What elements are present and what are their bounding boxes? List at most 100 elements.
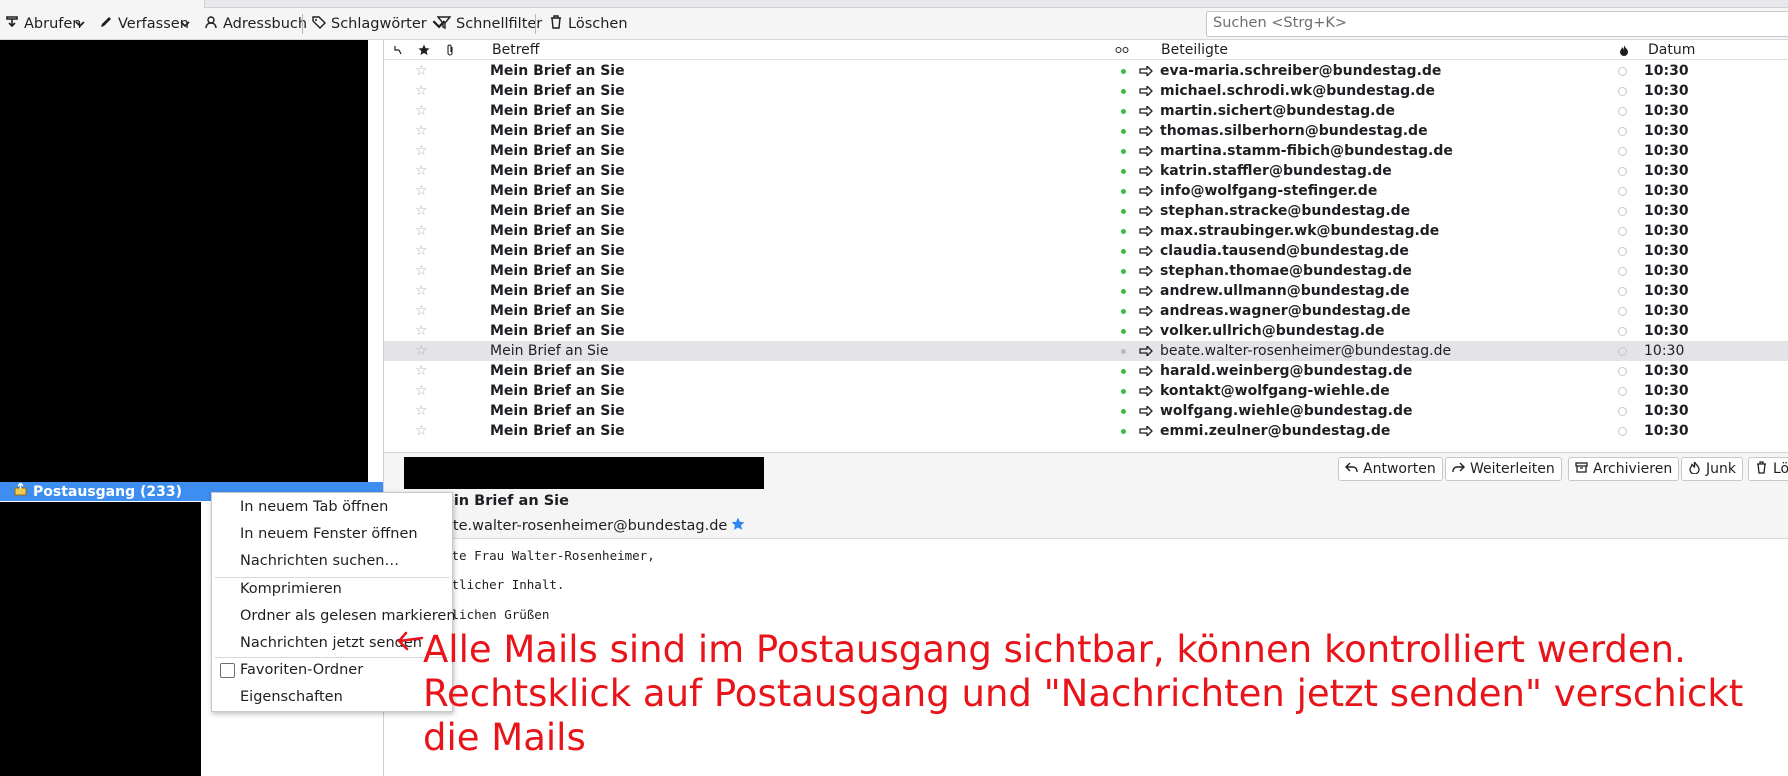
- junk-status-icon[interactable]: [1618, 101, 1627, 121]
- star-icon[interactable]: ☆: [415, 421, 428, 441]
- star-icon[interactable]: ☆: [415, 261, 428, 281]
- forward-button[interactable]: Weiterleiten: [1445, 457, 1562, 481]
- thread-status-column-icon[interactable]: [1115, 40, 1129, 60]
- message-row[interactable]: ☆ Mein Brief an Sie andrew.ullmann@bundest…: [384, 281, 1788, 301]
- unread-dot-icon[interactable]: [1121, 321, 1126, 341]
- message-row[interactable]: ☆ Mein Brief an Sie thomas.silberhorn@bund…: [384, 121, 1788, 141]
- junk-status-icon[interactable]: [1618, 121, 1627, 141]
- menu-item-open-new-window[interactable]: In neuem Fenster öffnen: [240, 523, 418, 545]
- unread-dot-icon[interactable]: [1121, 121, 1126, 141]
- star-icon[interactable]: ☆: [415, 281, 428, 301]
- unread-dot-icon[interactable]: [1121, 281, 1126, 301]
- star-icon[interactable]: ☆: [415, 381, 428, 401]
- junk-status-icon[interactable]: [1618, 61, 1627, 81]
- junk-status-icon[interactable]: [1618, 421, 1627, 441]
- delete-message-button[interactable]: Lö: [1748, 457, 1788, 481]
- star-icon[interactable]: ☆: [415, 401, 428, 421]
- junk-status-icon[interactable]: [1618, 241, 1627, 261]
- thread-column-icon[interactable]: [394, 40, 402, 60]
- message-row[interactable]: ☆ Mein Brief an Sie martin.sichert@bundest…: [384, 101, 1788, 121]
- quick-filter-button[interactable]: Schnellfilter: [436, 8, 542, 40]
- junk-status-icon[interactable]: [1618, 201, 1627, 221]
- star-icon[interactable]: ☆: [415, 181, 428, 201]
- favorite-folder-checkbox[interactable]: [220, 663, 235, 678]
- star-icon[interactable]: ☆: [415, 121, 428, 141]
- star-icon[interactable]: ☆: [415, 141, 428, 161]
- junk-status-icon[interactable]: [1618, 221, 1627, 241]
- menu-item-mark-folder-read[interactable]: Ordner als gelesen markieren: [240, 605, 456, 627]
- unread-dot-icon[interactable]: [1121, 261, 1126, 281]
- message-from-address[interactable]: ate.walter-rosenheimer@bundestag.de: [444, 518, 727, 534]
- star-icon[interactable]: ☆: [415, 241, 428, 261]
- message-row[interactable]: ☆ Mein Brief an Sie emmi.zeulner@bundestag…: [384, 421, 1788, 441]
- message-row[interactable]: ☆ Mein Brief an Sie martina.stamm-fibich@b…: [384, 141, 1788, 161]
- unread-dot-icon[interactable]: [1121, 361, 1126, 381]
- archive-button[interactable]: Archivieren: [1568, 457, 1680, 481]
- message-row[interactable]: ☆ Mein Brief an Sie volker.ullrich@bundest…: [384, 321, 1788, 341]
- junk-status-icon[interactable]: [1618, 141, 1627, 161]
- menu-item-properties[interactable]: Eigenschaften: [240, 686, 343, 708]
- message-row[interactable]: ☆ Mein Brief an Sie max.straubinger.wk@bun…: [384, 221, 1788, 241]
- menu-item-search-messages[interactable]: Nachrichten suchen…: [240, 550, 399, 572]
- star-icon[interactable]: ☆: [415, 61, 428, 81]
- menu-item-send-now[interactable]: Nachrichten jetzt senden: [240, 632, 422, 654]
- junk-column-icon[interactable]: [1620, 40, 1628, 60]
- unread-dot-icon[interactable]: [1121, 401, 1126, 421]
- junk-status-icon[interactable]: [1618, 81, 1627, 101]
- junk-status-icon[interactable]: [1618, 301, 1627, 321]
- message-row[interactable]: ☆ Mein Brief an Sie claudia.tausend@bundes…: [384, 241, 1788, 261]
- unread-dot-icon[interactable]: [1121, 81, 1126, 101]
- menu-item-compact[interactable]: Komprimieren: [240, 578, 342, 600]
- attachment-column-icon[interactable]: [446, 40, 455, 60]
- junk-status-icon[interactable]: [1618, 161, 1627, 181]
- unread-dot-icon[interactable]: [1121, 341, 1126, 361]
- subject-column-header[interactable]: Betreff: [492, 40, 539, 60]
- date-column-header[interactable]: Datum: [1648, 40, 1695, 60]
- junk-status-icon[interactable]: [1618, 361, 1627, 381]
- message-row[interactable]: ☆ Mein Brief an Sie wolfgang.wiehle@bundes…: [384, 401, 1788, 421]
- message-row[interactable]: ☆ Mein Brief an Sie katrin.staffler@bundes…: [384, 161, 1788, 181]
- junk-status-icon[interactable]: [1618, 261, 1627, 281]
- unread-dot-icon[interactable]: [1121, 161, 1126, 181]
- message-row[interactable]: ☆ Mein Brief an Sie eva-maria.schreiber@bu…: [384, 61, 1788, 81]
- message-row[interactable]: ☆ Mein Brief an Sie info@wolfgang-stefinge…: [384, 181, 1788, 201]
- unread-dot-icon[interactable]: [1121, 301, 1126, 321]
- address-book-button[interactable]: Adressbuch: [204, 8, 307, 40]
- message-row[interactable]: ☆ Mein Brief an Sie stephan.thomae@bundest…: [384, 261, 1788, 281]
- unread-dot-icon[interactable]: [1121, 181, 1126, 201]
- star-column-icon[interactable]: [418, 40, 430, 60]
- reply-button[interactable]: Antworten: [1338, 457, 1443, 481]
- star-icon[interactable]: ☆: [415, 361, 428, 381]
- junk-status-icon[interactable]: [1618, 281, 1627, 301]
- delete-button[interactable]: Löschen: [549, 8, 628, 40]
- star-icon[interactable]: ☆: [415, 341, 428, 361]
- star-icon[interactable]: ☆: [415, 301, 428, 321]
- message-row[interactable]: ☆ Mein Brief an Sie andreas.wagner@bundest…: [384, 301, 1788, 321]
- message-row[interactable]: ☆ Mein Brief an Sie michael.schrodi.wk@bun…: [384, 81, 1788, 101]
- unread-dot-icon[interactable]: [1121, 141, 1126, 161]
- star-icon[interactable]: [731, 517, 745, 535]
- correspondents-column-header[interactable]: Beteiligte: [1161, 40, 1228, 60]
- message-row[interactable]: ☆ Mein Brief an Sie harald.weinberg@bundes…: [384, 361, 1788, 381]
- menu-item-favorite-folder[interactable]: Favoriten-Ordner: [240, 659, 363, 681]
- junk-status-icon[interactable]: [1618, 341, 1627, 361]
- tab-current[interactable]: [0, 0, 205, 8]
- message-row[interactable]: ☆ Mein Brief an Sie kontakt@wolfgang-wiehl…: [384, 381, 1788, 401]
- star-icon[interactable]: ☆: [415, 101, 428, 121]
- unread-dot-icon[interactable]: [1121, 221, 1126, 241]
- menu-item-open-new-tab[interactable]: In neuem Tab öffnen: [240, 496, 388, 518]
- get-messages-dropdown[interactable]: [75, 8, 85, 40]
- unread-dot-icon[interactable]: [1121, 201, 1126, 221]
- unread-dot-icon[interactable]: [1121, 61, 1126, 81]
- star-icon[interactable]: ☆: [415, 161, 428, 181]
- search-input[interactable]: Suchen <Strg+K>: [1206, 11, 1788, 37]
- junk-status-icon[interactable]: [1618, 181, 1627, 201]
- star-icon[interactable]: ☆: [415, 201, 428, 221]
- message-row[interactable]: ☆ Mein Brief an Sie stephan.stracke@bundes…: [384, 201, 1788, 221]
- unread-dot-icon[interactable]: [1121, 101, 1126, 121]
- unread-dot-icon[interactable]: [1121, 241, 1126, 261]
- unread-dot-icon[interactable]: [1121, 421, 1126, 441]
- tags-button[interactable]: Schlagwörter: [312, 8, 446, 40]
- star-icon[interactable]: ☆: [415, 221, 428, 241]
- star-icon[interactable]: ☆: [415, 81, 428, 101]
